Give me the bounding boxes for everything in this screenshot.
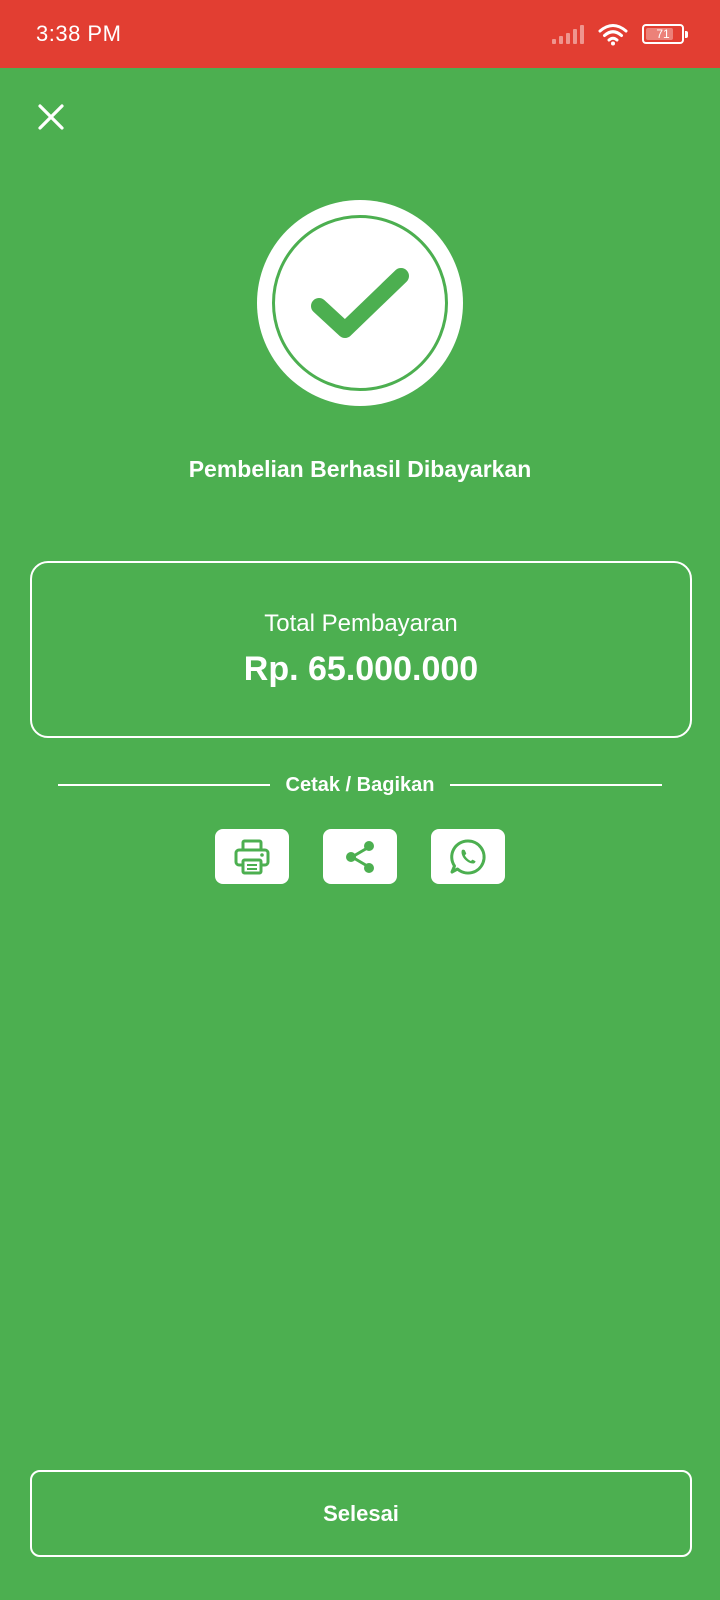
success-title: Pembelian Berhasil Dibayarkan	[188, 456, 532, 482]
battery-level: 71	[656, 27, 670, 41]
wifi-icon	[598, 24, 628, 46]
printer-icon	[234, 839, 270, 874]
status-icons: 71	[552, 22, 688, 46]
whatsapp-icon	[450, 838, 486, 874]
checkmark-icon	[311, 268, 409, 338]
status-time: 3:38 PM	[36, 21, 122, 46]
divider-line-left	[58, 784, 270, 786]
divider-line-right	[450, 784, 663, 786]
share-icon	[346, 840, 374, 873]
share-title: Cetak / Bagikan	[285, 773, 435, 796]
close-icon	[38, 104, 64, 130]
share-button[interactable]	[323, 829, 397, 884]
battery-icon: 71	[642, 24, 688, 44]
total-payment-card: Total Pembayaran Rp. 65.000.000	[30, 561, 692, 738]
status-bar: 3:38 PM 71	[0, 0, 720, 68]
total-payment-amount: Rp. 65.000.000	[243, 650, 479, 688]
total-payment-label: Total Pembayaran	[264, 610, 458, 637]
signal-icon	[552, 24, 584, 44]
print-button[interactable]	[215, 829, 289, 884]
success-badge	[257, 200, 463, 406]
share-actions	[0, 829, 720, 884]
close-button[interactable]	[30, 96, 72, 138]
success-badge-ring	[272, 215, 448, 391]
share-divider: Cetak / Bagikan	[58, 770, 663, 800]
finish-button[interactable]: Selesai	[30, 1470, 692, 1557]
whatsapp-button[interactable]	[431, 829, 505, 884]
